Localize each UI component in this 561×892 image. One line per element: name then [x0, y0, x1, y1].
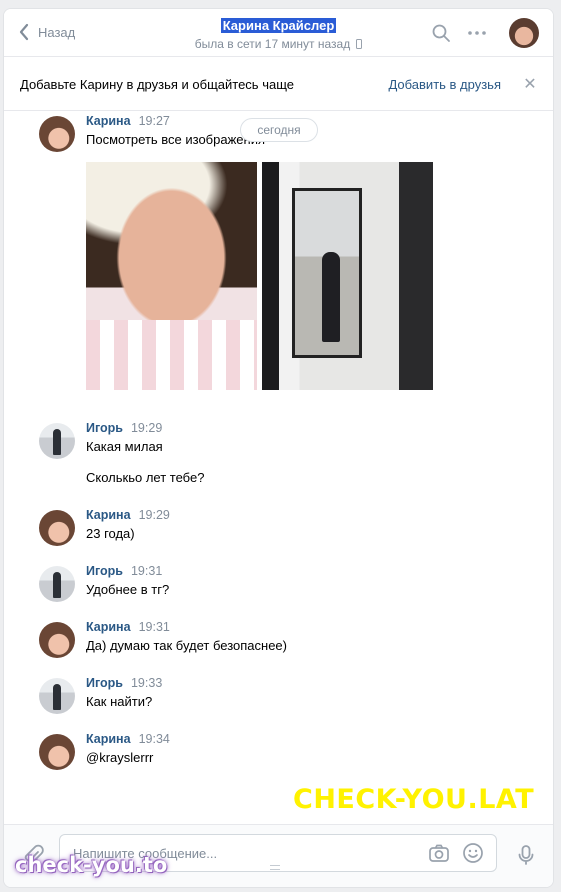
message-meta: Игорь 19:33 [86, 676, 162, 690]
chat-title[interactable]: Карина Крайслер [220, 18, 337, 33]
header-actions [431, 18, 539, 48]
message-line: Сколькьо лет тебе? [86, 470, 205, 485]
avatar[interactable] [39, 510, 75, 546]
author-name[interactable]: Карина [86, 508, 131, 522]
avatar[interactable] [39, 678, 75, 714]
add-friend-button[interactable]: Добавить в друзья [388, 77, 501, 92]
avatar[interactable] [39, 734, 75, 770]
author-name[interactable]: Игорь [86, 676, 123, 690]
message-meta: Карина 19:31 [86, 620, 170, 634]
message-meta: Карина 19:29 [86, 508, 170, 522]
message-meta: Карина 19:34 [86, 732, 170, 746]
smile-icon[interactable] [462, 842, 484, 864]
message-time[interactable]: 19:31 [139, 620, 170, 634]
photo-attachment[interactable] [262, 162, 433, 390]
online-status-text: была в сети 17 минут назад [194, 37, 351, 51]
message-time[interactable]: 19:27 [139, 114, 170, 128]
more-dots-icon[interactable] [467, 23, 487, 43]
message-time[interactable]: 19:34 [139, 732, 170, 746]
author-name[interactable]: Карина [86, 620, 131, 634]
message-meta: Игорь 19:29 [86, 421, 162, 435]
avatar[interactable] [39, 622, 75, 658]
mobile-icon [356, 39, 363, 49]
message-time[interactable]: 19:31 [131, 564, 162, 578]
banner-text: Добавьте Карину в друзья и общайтесь чащ… [20, 76, 294, 92]
chat-header: Назад Карина Крайслер была в сети 17 мин… [4, 9, 553, 57]
message-history[interactable]: Карина 19:27 Посмотреть все изображения с… [4, 112, 553, 824]
message-line: Какая милая [86, 439, 163, 454]
message-text: Какая милая Сколькьо лет тебе? [86, 439, 204, 486]
message-text: Как найти? [86, 694, 153, 709]
chat-panel: Назад Карина Крайслер была в сети 17 мин… [3, 8, 554, 888]
avatar[interactable] [39, 116, 75, 152]
message-time[interactable]: 19:29 [139, 508, 170, 522]
search-icon[interactable] [431, 23, 451, 43]
header-avatar[interactable] [509, 18, 539, 48]
watermark-main: CHECK-YOU.LAT [293, 784, 535, 815]
avatar[interactable] [39, 566, 75, 602]
message-text: @krayslerrr [86, 750, 154, 765]
author-name[interactable]: Карина [86, 732, 131, 746]
microphone-icon[interactable] [514, 843, 538, 867]
add-friend-banner: Добавьте Карину в друзья и общайтесь чащ… [4, 58, 553, 111]
camera-icon[interactable] [428, 842, 450, 864]
message-time[interactable]: 19:33 [131, 676, 162, 690]
date-separator: сегодня [240, 118, 318, 142]
author-name[interactable]: Игорь [86, 421, 123, 435]
photo-attachment[interactable] [86, 162, 257, 390]
avatar[interactable] [39, 423, 75, 459]
message-time[interactable]: 19:29 [131, 421, 162, 435]
view-all-images-link[interactable]: Посмотреть все изображения [86, 132, 265, 148]
message-text: Да) думаю так будет безопаснее) [86, 638, 287, 653]
author-name[interactable]: Карина [86, 114, 131, 128]
message-meta: Игорь 19:31 [86, 564, 162, 578]
message-text: 23 года) [86, 526, 135, 541]
message-text: Удобнее в тг? [86, 582, 170, 597]
message-text: Посмотреть все изображения [86, 132, 265, 148]
message-meta: Карина 19:27 [86, 114, 170, 128]
resize-handle[interactable] [270, 865, 280, 870]
watermark-corner: check-you.to [15, 853, 168, 877]
photo-detail-figure [322, 252, 340, 342]
author-name[interactable]: Игорь [86, 564, 123, 578]
close-icon[interactable]: ✕ [523, 74, 537, 94]
